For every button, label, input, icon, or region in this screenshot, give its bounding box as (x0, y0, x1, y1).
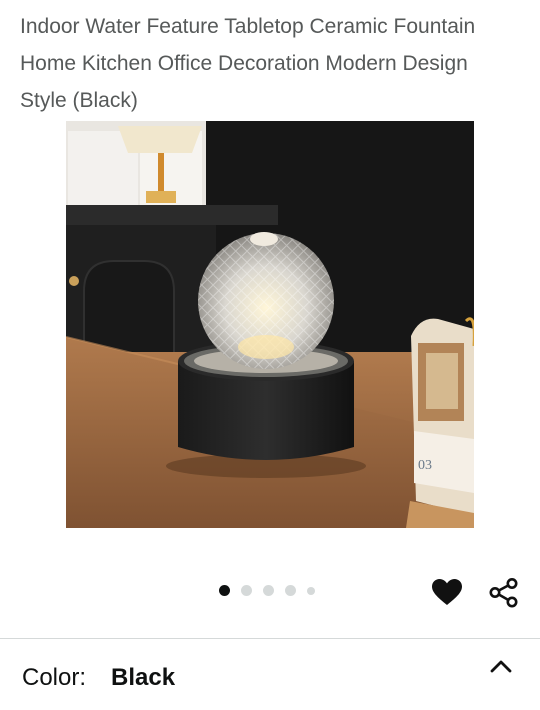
image-carousel-controls (0, 578, 540, 608)
calendar-date-text: 03 (418, 458, 432, 473)
heart-icon (432, 579, 462, 605)
share-icon (489, 578, 518, 608)
share-button[interactable] (488, 578, 520, 608)
product-image[interactable]: 03 (66, 121, 474, 528)
carousel-dot-4[interactable] (285, 585, 296, 596)
color-selector[interactable]: Color: Black (0, 640, 540, 710)
section-divider (0, 638, 540, 639)
product-title: Indoor Water Feature Tabletop Ceramic Fo… (20, 15, 476, 112)
chevron-up-icon[interactable] (488, 656, 514, 676)
product-photo: 03 (66, 121, 474, 528)
add-to-list-button[interactable] (431, 578, 463, 606)
carousel-dot-1[interactable] (219, 585, 230, 596)
color-label: Color: (22, 664, 87, 691)
carousel-dot-5[interactable] (307, 586, 315, 595)
color-value: Black (111, 664, 176, 691)
carousel-dot-3[interactable] (263, 585, 274, 596)
carousel-dot-2[interactable] (241, 585, 252, 596)
carousel-pagination[interactable] (219, 585, 315, 596)
